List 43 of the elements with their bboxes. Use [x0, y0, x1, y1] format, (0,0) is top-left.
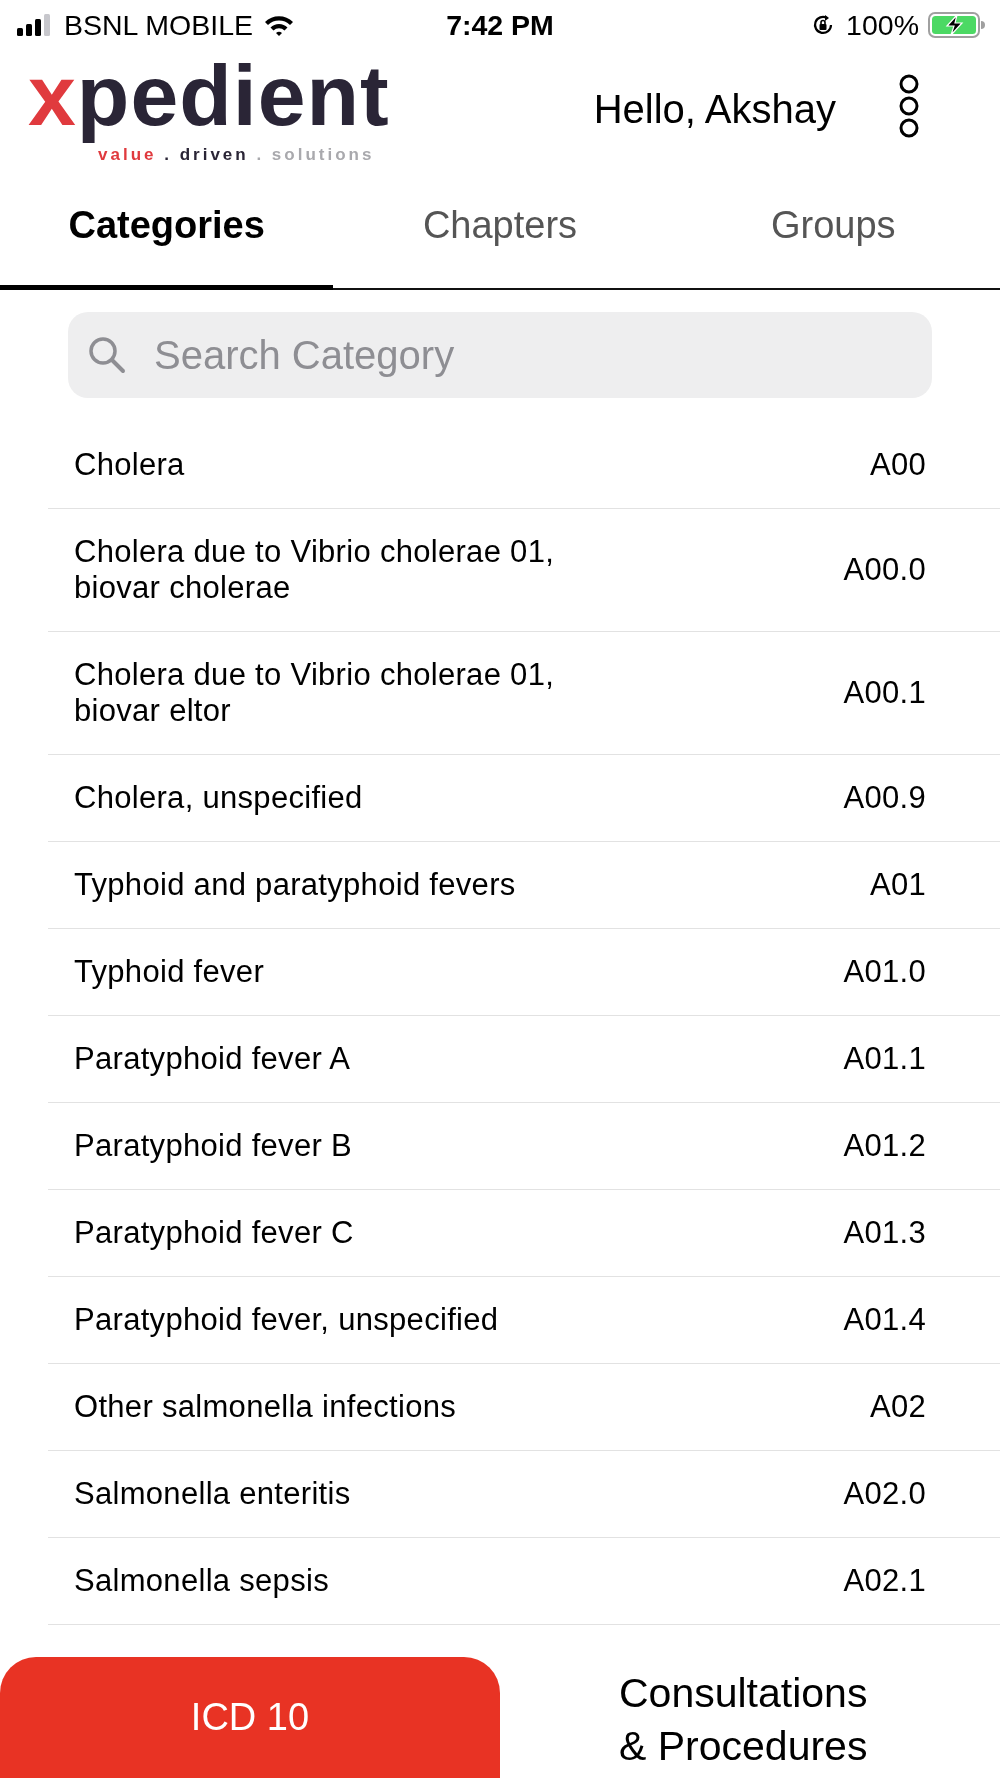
category-name[interactable]: Cholera, unspecified: [74, 780, 363, 816]
category-code: A01: [869, 867, 926, 903]
category-code: A01.0: [843, 954, 926, 990]
battery-charging-icon: [928, 12, 986, 38]
category-name[interactable]: Salmonella sepsis: [74, 1563, 329, 1599]
battery-percent: 100%: [846, 9, 919, 41]
tab[interactable]: Chapters: [333, 170, 667, 290]
greeting-text: Hello, Akshay: [593, 86, 836, 132]
menu-icon: [898, 74, 920, 138]
more-menu-button[interactable]: [898, 74, 920, 138]
category-name[interactable]: Typhoid and paratyphoid fevers: [74, 867, 516, 903]
category-code: A00.9: [843, 780, 926, 816]
logo-wordmark: xpedient: [28, 46, 390, 145]
category-code: A01.3: [843, 1215, 926, 1251]
category-code: A02.1: [843, 1563, 926, 1599]
category-name[interactable]: Paratyphoid fever A: [74, 1041, 351, 1077]
carrier-name: BSNL MOBILE: [64, 9, 253, 41]
category-code: A01.2: [843, 1128, 926, 1164]
category-name[interactable]: Cholera due to Vibrio cholerae 01, biovar cholerae: [74, 534, 594, 606]
category-code: A01.1: [843, 1041, 926, 1077]
search-icon: [88, 336, 126, 374]
category-name[interactable]: Salmonella enteritis: [74, 1476, 351, 1512]
category-name[interactable]: Cholera: [74, 447, 185, 483]
signal-bars-icon: [17, 14, 51, 36]
wifi-icon: [264, 14, 294, 36]
category-name[interactable]: Paratyphoid fever, unspecified: [74, 1302, 499, 1338]
clock-time: 7:42 PM: [446, 9, 554, 41]
category-code: A00: [869, 447, 926, 483]
search-field[interactable]: Search Category: [68, 312, 932, 398]
tab[interactable]: Groups: [666, 170, 1000, 290]
category-name[interactable]: Other salmonella infections: [74, 1389, 456, 1425]
category-code: A00.0: [843, 552, 926, 588]
category-code: A02: [869, 1389, 926, 1425]
category-code: A02.0: [843, 1476, 926, 1512]
category-name[interactable]: Paratyphoid fever B: [74, 1128, 352, 1164]
category-name[interactable]: Paratyphoid fever C: [74, 1215, 354, 1251]
category-name[interactable]: Typhoid fever: [74, 954, 264, 990]
category-name[interactable]: Cholera due to Vibrio cholerae 01, biovar eltor: [74, 657, 594, 729]
tab[interactable]: Categories: [0, 170, 334, 290]
category-code: A00.1: [843, 675, 926, 711]
bottom-tab[interactable]: ICD 10: [0, 1657, 500, 1778]
logo-tagline: value . driven . solutions: [98, 145, 375, 165]
category-code: A01.4: [843, 1302, 926, 1338]
